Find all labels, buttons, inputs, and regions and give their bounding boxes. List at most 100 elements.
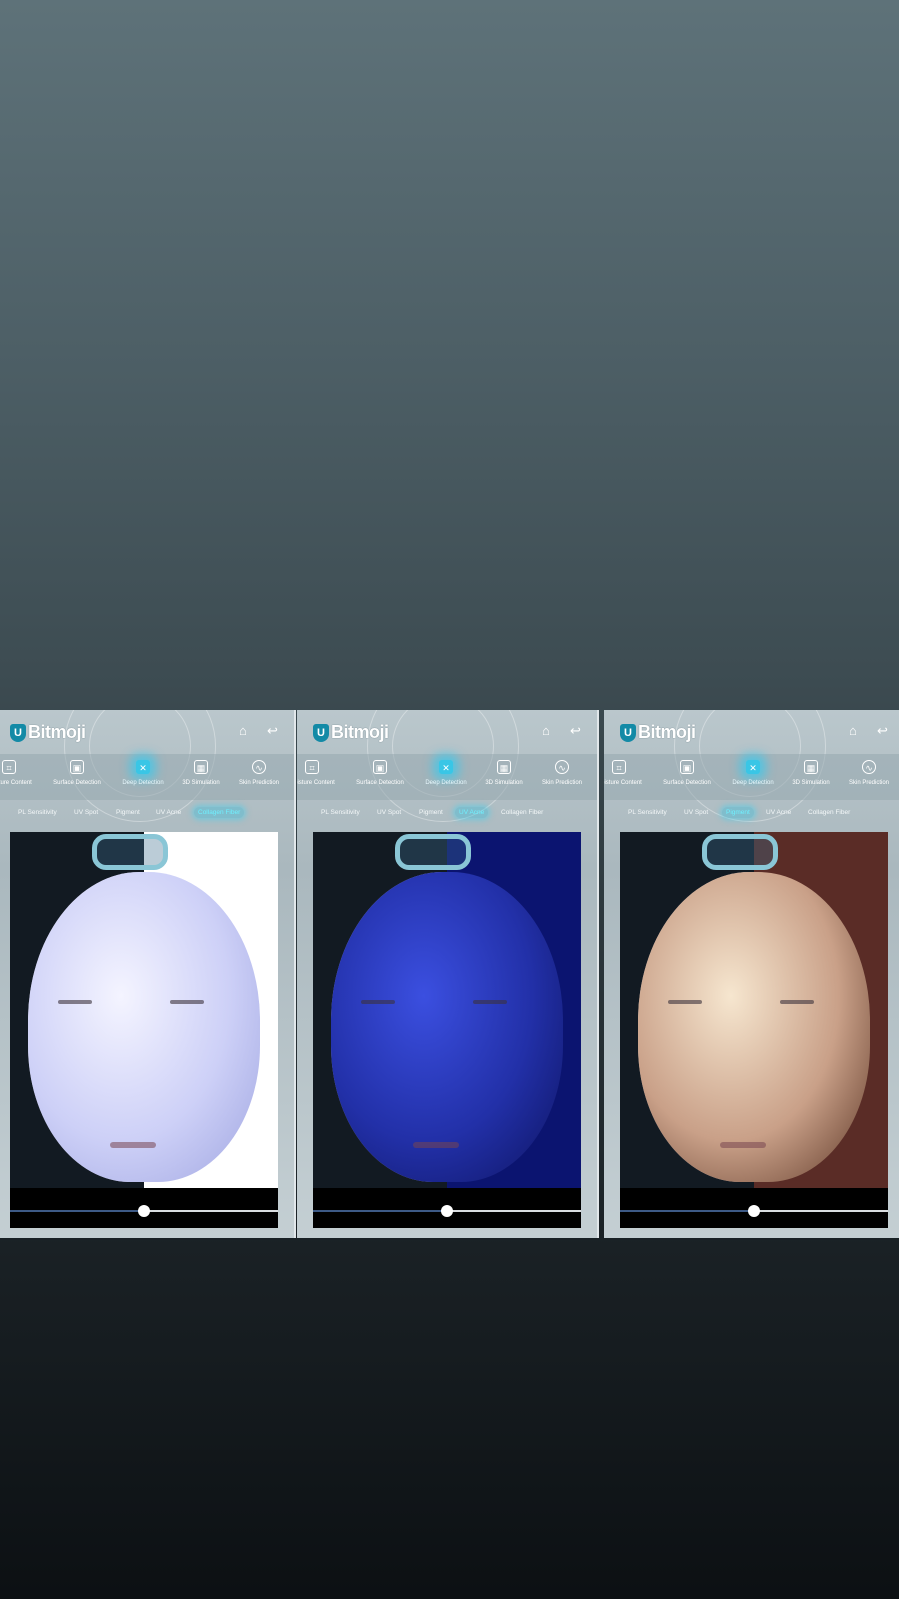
nav-label: Deep Detection [122,780,164,786]
nav-item-deep-detection[interactable]: ✕ Deep Detection [114,760,172,786]
nav-label: 3D Simulation [182,780,220,786]
nav-item-3d-simulation[interactable]: ▦ 3D Simulation [475,760,533,786]
eye-feature [668,1000,702,1004]
nav-label: Moisture Content [604,780,642,786]
home-icon[interactable]: ⌂ [542,724,550,738]
comparison-slider-handle[interactable] [138,1205,150,1217]
eye-feature [170,1000,204,1004]
molecule-icon: ✕ [746,760,760,774]
filtered-image-half [28,832,278,1188]
thermometer-icon: ⌗ [612,760,626,774]
tab-uv-acne[interactable]: UV Acne [152,807,185,818]
brand-logo: U Bitmoji [620,722,696,743]
comparison-slider-fill [10,1210,144,1212]
tab-pigment[interactable]: Pigment [415,807,447,818]
detection-tabs: PL Sensitivity UV Spot Pigment UV Acne Colla… [0,800,294,826]
tab-collagen-fiber[interactable]: Collagen Fiber [804,807,854,818]
nav-label: Surface Detection [53,780,101,786]
nav-label: Moisture Content [297,780,335,786]
brand-name: Bitmoji [28,722,86,742]
nav-label: 3D Simulation [485,780,523,786]
skin-analyzer-panel: UBitmoji ⌂ ↩ ⌗ Moisture Content ▣ Surface Dete… [297,710,599,1238]
3d-icon: ▦ [194,760,208,774]
main-nav: ⌗ Moisture Content ▣ Surface Detection ✕ Deep… [0,754,294,800]
nav-item-moisture-content[interactable]: ⌗ Moisture Content [297,760,341,786]
eye-feature [473,1000,507,1004]
back-icon[interactable]: ↩ [570,724,581,738]
face-photo [313,832,581,1188]
main-nav: ⌗ Moisture Content ▣ Surface Detection ✕ Deep… [297,754,597,800]
tab-uv-spot[interactable]: UV Spot [680,807,712,818]
tab-uv-acne[interactable]: UV Acne [455,807,489,818]
nav-label: Skin Prediction [541,780,583,786]
main-nav: ⌗ Moisture Content ▣ Surface Detection ✕ Deep… [604,754,899,800]
nav-item-skin-prediction[interactable]: ∿ Skin Prediction [230,760,288,786]
tab-pl-sensitivity[interactable]: PL Sensitivity [317,807,364,818]
tab-uv-spot[interactable]: UV Spot [373,807,405,818]
home-icon[interactable]: ⌂ [849,724,857,738]
nav-item-3d-simulation[interactable]: ▦ 3D Simulation [782,760,840,786]
nav-item-surface-detection[interactable]: ▣ Surface Detection [658,760,716,786]
heartbeat-icon: ∿ [252,760,266,774]
comparison-slider-handle[interactable] [441,1205,453,1217]
face-filtered [28,872,260,1182]
head-clamp [702,834,778,870]
face-filtered [331,872,563,1182]
nav-label: Moisture Content [0,780,32,786]
nav-item-deep-detection[interactable]: ✕ Deep Detection [417,760,475,786]
comparison-slider-fill [620,1210,754,1212]
shield-icon: U [620,723,636,742]
thermometer-icon: ⌗ [305,760,319,774]
nav-label: Deep Detection [425,780,467,786]
nav-item-skin-prediction[interactable]: ∿ Skin Prediction [840,760,898,786]
tab-pigment[interactable]: Pigment [112,807,144,818]
nav-label: 3D Simulation [792,780,830,786]
nav-item-surface-detection[interactable]: ▣ Surface Detection [48,760,106,786]
image-icon: ▣ [70,760,84,774]
thermometer-icon: ⌗ [2,760,16,774]
nav-item-3d-simulation[interactable]: ▦ 3D Simulation [172,760,230,786]
tab-pigment[interactable]: Pigment [722,807,754,818]
nav-label: Surface Detection [663,780,711,786]
comparison-slider-handle[interactable] [748,1205,760,1217]
image-icon: ▣ [680,760,694,774]
tab-uv-spot[interactable]: UV Spot [70,807,102,818]
eye-feature [780,1000,814,1004]
face-filtered [638,872,870,1182]
tab-collagen-fiber[interactable]: Collagen Fiber [497,807,547,818]
nav-item-skin-prediction[interactable]: ∿ Skin Prediction [533,760,591,786]
home-icon[interactable]: ⌂ [239,724,247,738]
tab-collagen-fiber[interactable]: Collagen Fiber [194,807,245,818]
molecule-icon: ✕ [136,760,150,774]
nav-label: Surface Detection [356,780,404,786]
brand-logo: U Bitmoji [313,722,389,743]
nav-item-moisture-content[interactable]: ⌗ Moisture Content [604,760,648,786]
back-icon[interactable]: ↩ [877,724,888,738]
3d-icon: ▦ [804,760,818,774]
nav-item-surface-detection[interactable]: ▣ Surface Detection [351,760,409,786]
heartbeat-icon: ∿ [862,760,876,774]
detection-tabs: PL Sensitivity UV Spot Pigment UV Acne Colla… [297,800,597,826]
app-header: U Bitmoji ⌂ ↩ [297,710,597,754]
nav-label: Deep Detection [732,780,774,786]
mouth-feature [720,1142,766,1148]
nav-label: Skin Prediction [238,780,280,786]
detection-tabs: PL Sensitivity UV Spot Pigment UV Acne Colla… [604,800,899,826]
brand-logo: U Bitmoji [10,722,86,743]
tab-pl-sensitivity[interactable]: PL Sensitivity [624,807,671,818]
tab-uv-acne[interactable]: UV Acne [762,807,795,818]
skin-analyzer-panel: UBitmoji ⌂ ↩ ⌗ Moisture Content ▣ Surface Dete… [0,710,296,1238]
3d-icon: ▦ [497,760,511,774]
tab-pl-sensitivity[interactable]: PL Sensitivity [14,807,61,818]
filtered-image-half [638,832,888,1188]
face-photo [620,832,888,1188]
nav-item-moisture-content[interactable]: ⌗ Moisture Content [0,760,38,786]
heartbeat-icon: ∿ [555,760,569,774]
comparison-viewer [10,832,278,1228]
comparison-viewer [313,832,581,1228]
eye-feature [58,1000,92,1004]
back-icon[interactable]: ↩ [267,724,278,738]
nav-item-deep-detection[interactable]: ✕ Deep Detection [724,760,782,786]
skin-analyzer-panel: UBitmoji ⌂ ↩ ⌗ Moisture Content ▣ Surface Dete… [604,710,899,1238]
app-header: U Bitmoji ⌂ ↩ [604,710,899,754]
